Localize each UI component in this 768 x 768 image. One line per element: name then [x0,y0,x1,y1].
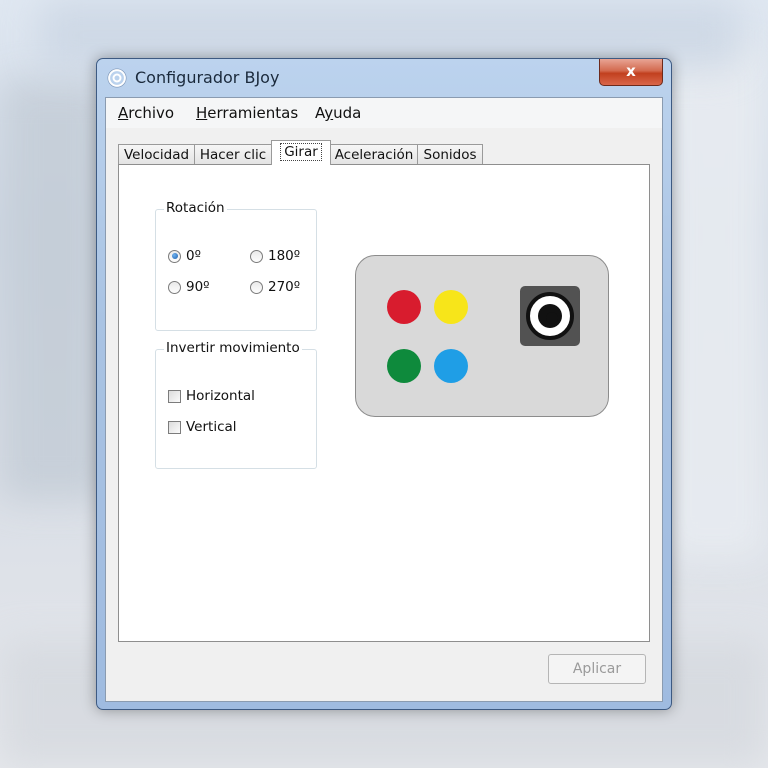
checkbox-label: Vertical [186,419,237,435]
speaker-icon [520,286,580,346]
tab-velocidad[interactable]: Velocidad [118,144,195,164]
tab-label: Sonidos [423,147,477,163]
green-button [387,349,421,383]
radio-button[interactable] [250,249,263,263]
checkbox-vertical[interactable]: Vertical [168,419,237,435]
speaker-center [538,304,562,328]
radio-label: 270º [268,279,301,295]
menu-herramientas[interactable]: Herramientas [196,104,298,122]
radio-rotation-270[interactable]: 270º [250,279,300,295]
menu-mnemonic: y [324,104,334,122]
rotation-group-title: Rotación [164,200,227,216]
radio-rotation-0[interactable]: 0º [168,248,201,264]
radio-button[interactable] [250,280,263,294]
radio-label: 180º [268,248,301,264]
app-icon [107,68,127,88]
red-button [387,290,421,324]
blue-button [434,349,468,383]
invert-groupbox: Invertir movimiento Horizontal Vertical [155,340,317,469]
title-bar[interactable]: Configurador BJoy x [97,59,671,97]
radio-rotation-90[interactable]: 90º [168,279,210,295]
tab-girar[interactable]: Girar [271,140,331,165]
menu-archivo[interactable]: Archivo [118,104,174,122]
checkbox-horizontal[interactable]: Horizontal [168,388,255,404]
radio-button[interactable] [168,280,181,294]
tab-label: Velocidad [123,147,190,163]
bjoy-device-preview [355,255,609,417]
window-client-area: Archivo Herramientas Ayuda Velocidad Hac… [105,97,663,702]
menu-label: uda [333,104,362,122]
checkbox[interactable] [168,420,181,434]
menu-label: A [315,104,325,122]
yellow-button [434,290,468,324]
menu-label: erramientas [207,104,299,122]
close-icon: x [626,62,636,80]
background-blur [660,40,768,560]
radio-label: 90º [186,279,210,295]
tab-panel-girar: Rotación 0º 180º 90º 270º Invertir movim… [118,164,650,642]
checkbox-label: Horizontal [186,388,255,404]
tab-label: Girar [280,143,322,161]
apply-button[interactable]: Aplicar [548,654,646,684]
radio-button-selected[interactable] [168,249,181,263]
configurator-window: Configurador BJoy x Archivo Herramientas… [96,58,672,710]
menu-bar: Archivo Herramientas Ayuda [106,98,662,128]
tab-hacer-clic[interactable]: Hacer clic [194,144,272,164]
menu-ayuda[interactable]: Ayuda [315,104,361,122]
menu-mnemonic: H [196,104,208,122]
checkbox[interactable] [168,389,181,403]
menu-mnemonic: A [118,104,129,122]
close-button[interactable]: x [599,59,663,86]
tab-aceleracion[interactable]: Aceleración [330,144,418,164]
tab-sonidos[interactable]: Sonidos [417,144,483,164]
radio-label: 0º [186,248,201,264]
rotation-groupbox: Rotación 0º 180º 90º 270º [155,200,317,331]
tab-label: Aceleración [334,147,414,163]
menu-label: rchivo [128,104,175,122]
radio-rotation-180[interactable]: 180º [250,248,300,264]
background-blur [0,80,110,500]
tab-label: Hacer clic [199,147,267,163]
window-title: Configurador BJoy [135,68,280,87]
invert-group-title: Invertir movimiento [164,340,302,356]
